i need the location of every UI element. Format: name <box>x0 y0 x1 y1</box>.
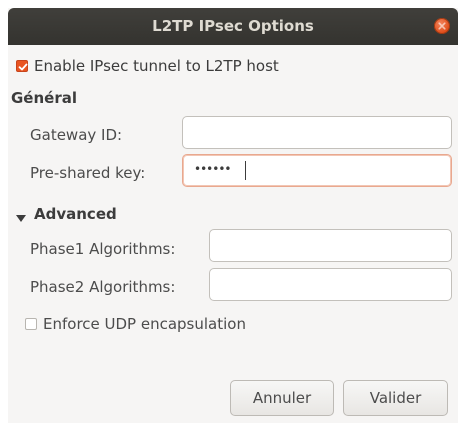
general-heading: Général <box>11 89 77 107</box>
title-bar: L2TP IPsec Options <box>8 8 458 45</box>
phase2-input[interactable] <box>209 268 452 301</box>
gateway-id-label: Gateway ID: <box>30 126 123 144</box>
phase2-label: Phase2 Algorithms: <box>30 278 176 296</box>
enforce-udp-checkbox[interactable] <box>25 318 37 330</box>
expander-down-arrow-icon[interactable] <box>16 215 26 222</box>
phase1-label: Phase1 Algorithms: <box>30 240 176 258</box>
enable-ipsec-checkbox[interactable] <box>16 60 28 72</box>
cancel-button[interactable]: Annuler <box>230 380 334 416</box>
phase1-input[interactable] <box>209 229 452 262</box>
psk-input[interactable]: •••••• <box>182 154 452 187</box>
psk-label: Pre-shared key: <box>30 164 146 182</box>
enforce-udp-label[interactable]: Enforce UDP encapsulation <box>43 315 246 333</box>
window-title: L2TP IPsec Options <box>152 17 314 35</box>
l2tp-ipsec-dialog: L2TP IPsec Options Enable IPsec tunnel t… <box>8 8 458 423</box>
gateway-id-input[interactable] <box>182 116 452 149</box>
enable-ipsec-label[interactable]: Enable IPsec tunnel to L2TP host <box>34 57 279 75</box>
advanced-expander-label[interactable]: Advanced <box>34 205 117 223</box>
close-icon[interactable] <box>434 18 450 34</box>
psk-masked-value: •••••• <box>194 162 231 176</box>
ok-button[interactable]: Valider <box>343 380 448 416</box>
text-caret <box>245 161 246 180</box>
